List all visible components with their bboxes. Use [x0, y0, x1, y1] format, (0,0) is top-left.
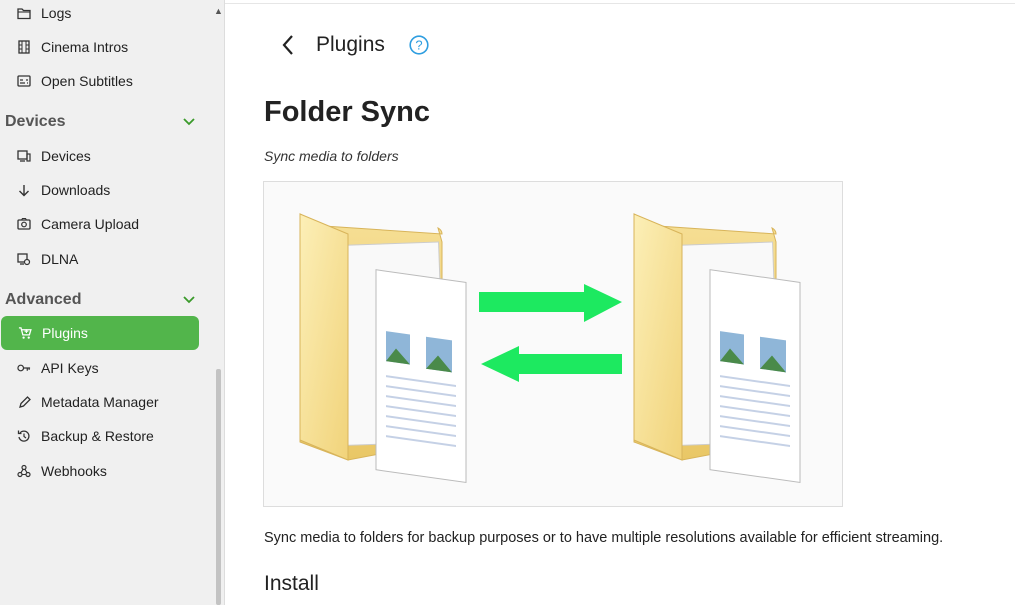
section-title: Devices	[5, 113, 66, 130]
cart-icon	[18, 326, 32, 340]
folder-icon	[17, 6, 31, 20]
scroll-up-arrow-icon[interactable]: ▲	[214, 6, 223, 16]
arrow-left-icon	[481, 346, 622, 382]
arrow-right-icon	[479, 284, 622, 322]
sidebar-item-label: Downloads	[41, 182, 111, 198]
plugin-subtitle: Sync media to folders	[264, 148, 399, 164]
section-advanced[interactable]: Advanced	[5, 291, 197, 309]
devices-icon	[17, 149, 31, 163]
chevron-down-icon	[183, 291, 195, 309]
section-title: Advanced	[5, 291, 82, 308]
page-title: Plugins	[316, 33, 385, 56]
sidebar-item-webhooks[interactable]: Webhooks	[0, 454, 199, 488]
help-icon[interactable]: ?	[409, 35, 429, 55]
camera-icon	[17, 217, 31, 231]
sidebar-item-logs[interactable]: Logs	[0, 0, 199, 30]
plugin-image	[263, 181, 843, 507]
sidebar-item-label: Metadata Manager	[41, 394, 159, 410]
chevron-left-icon	[282, 35, 293, 55]
subtitles-icon	[17, 74, 31, 88]
sidebar-item-label: Cinema Intros	[41, 39, 129, 55]
sidebar-item-label: Plugins	[42, 325, 88, 341]
chevron-down-icon	[183, 113, 195, 131]
sidebar-item-backup-restore[interactable]: Backup & Restore	[0, 419, 199, 453]
sidebar-item-label: Open Subtitles	[41, 73, 133, 89]
section-devices[interactable]: Devices	[5, 113, 197, 131]
sidebar-item-camera-upload[interactable]: Camera Upload	[0, 207, 199, 241]
dlna-icon	[17, 252, 31, 266]
sidebar-item-label: Backup & Restore	[41, 428, 154, 444]
sidebar-item-label: API Keys	[41, 360, 99, 376]
install-heading: Install	[264, 572, 319, 595]
sidebar-item-devices[interactable]: Devices	[0, 139, 199, 173]
download-icon	[17, 183, 31, 197]
sidebar-item-label: Logs	[41, 5, 72, 21]
sidebar-item-cinema-intros[interactable]: Cinema Intros	[0, 30, 199, 64]
pencil-icon	[17, 395, 31, 409]
sidebar-item-dlna[interactable]: DLNA	[0, 242, 199, 276]
restore-icon	[17, 429, 31, 443]
svg-text:?: ?	[415, 38, 422, 53]
plugin-title: Folder Sync	[264, 96, 430, 128]
sidebar-item-label: Camera Upload	[41, 216, 140, 232]
folder-right-icon	[633, 213, 801, 483]
sidebar: ▲ Logs Cinema Intros Open Subtitles Devi…	[0, 0, 225, 605]
webhook-icon	[17, 464, 31, 478]
sidebar-item-label: Devices	[41, 148, 91, 164]
back-button[interactable]	[275, 32, 301, 58]
main-content: Plugins ? Folder Sync Sync media to fold…	[225, 0, 1015, 605]
sidebar-item-downloads[interactable]: Downloads	[0, 173, 199, 207]
sidebar-item-api-keys[interactable]: API Keys	[0, 351, 199, 385]
plugin-description: Sync media to folders for backup purpose…	[264, 530, 944, 546]
sidebar-item-label: DLNA	[41, 251, 79, 267]
sidebar-scrollbar[interactable]	[216, 369, 221, 605]
sidebar-item-label: Webhooks	[41, 463, 107, 479]
folder-left-icon	[299, 213, 467, 483]
key-icon	[17, 361, 31, 375]
sidebar-item-plugins[interactable]: Plugins	[1, 316, 199, 350]
film-icon	[17, 40, 31, 54]
sidebar-item-open-subtitles[interactable]: Open Subtitles	[0, 64, 199, 98]
sidebar-item-metadata-manager[interactable]: Metadata Manager	[0, 385, 199, 419]
